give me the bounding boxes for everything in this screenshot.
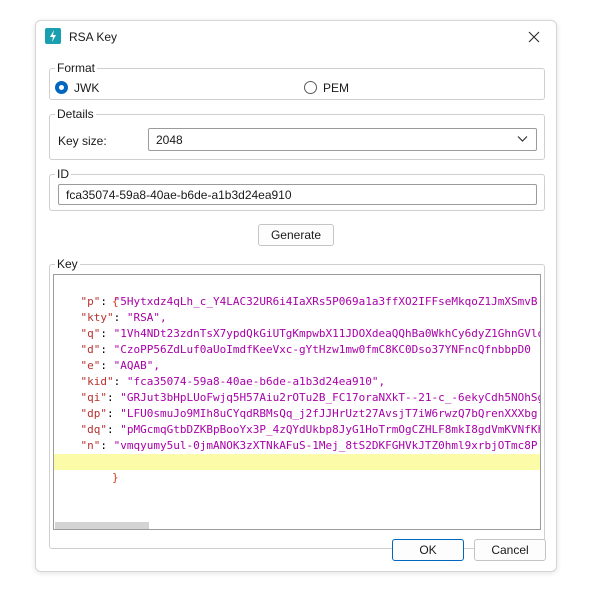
code-key: "e" [80, 359, 101, 372]
code-value: "RSA", [126, 311, 167, 324]
generate-button[interactable]: Generate [258, 224, 334, 246]
code-line-open: { [54, 278, 540, 308]
details-group-label: Details [55, 107, 96, 121]
colon-dp: : [107, 407, 121, 420]
colon-dq: : [107, 423, 121, 436]
radio-selected-icon [55, 81, 68, 94]
colon-qi: : [107, 391, 121, 404]
code-value: "pMGcmqGtbDZKBpBooYx3P_4zQYdUkbp8JyG1HoT… [120, 423, 541, 436]
code-value: "LFU0smuJo9MIh8uCYqdRBMsQq_j2fJJHrUzt27A… [120, 407, 538, 420]
code-value: "AQAB", [113, 359, 160, 372]
code-key: "d" [80, 343, 101, 356]
code-line-close: } [54, 454, 540, 484]
colon-p: : [100, 295, 114, 308]
code-key: "q" [80, 327, 101, 340]
key-size-label: Key size: [58, 134, 107, 148]
key-size-select[interactable]: 2048 [148, 128, 537, 151]
code-value: "vmqyumy5ul-0jmANOK3zXTNkAFuS-1Mej_8tS2D… [113, 439, 538, 452]
colon-e: : [100, 359, 114, 372]
code-key: "kid" [80, 375, 114, 388]
code-line-q: "q": "1Vh4NDt23zdnTsX7ypdQkGiUTgKmpwbX11… [54, 326, 541, 342]
code-line-dp: "dp": "LFU0smuJo9MIh8uCYqdRBMsQq_j2fJJHr… [54, 406, 540, 422]
format-group-label: Format [55, 61, 98, 75]
colon-kty: : [113, 311, 127, 324]
code-line-qi: "qi": "GRJut3bHpLUoFwjq5H57Aiu2rOTu2B_FC… [54, 390, 541, 406]
code-key: "dq" [80, 423, 108, 436]
horizontal-scrollbar[interactable] [54, 521, 540, 529]
code-line-e: "e": "AQAB", [54, 358, 540, 374]
chevron-down-icon [517, 136, 528, 142]
code-value: "CzoPP56ZdLuf0aUoImdfKeeVxc-gYtHzw1mw0fm… [113, 343, 531, 356]
code-line-kty: "kty": "RSA", [54, 310, 540, 326]
key-size-value: 2048 [156, 133, 183, 147]
code-key: "p" [80, 295, 101, 308]
id-group: ID fca35074-59a8-40ae-b6de-a1b3d24ea910 [49, 167, 545, 211]
format-radio-pem-label: PEM [323, 81, 350, 95]
code-value: "fca35074-59a8-40ae-b6de-a1b3d24ea910", [126, 375, 386, 388]
code-value: "GRJut3bHpLUoFwjq5H57Aiu2rOTu2B_FC17oraN… [120, 391, 541, 404]
colon-d: : [100, 343, 114, 356]
id-value: fca35074-59a8-40ae-b6de-a1b3d24ea910 [66, 188, 292, 202]
window-title: RSA Key [69, 30, 118, 44]
colon-n: : [100, 439, 114, 452]
ok-button[interactable]: OK [392, 539, 464, 561]
rsa-key-dialog: RSA Key Format JWK PEM Details Key size:… [35, 20, 557, 572]
key-group: Key { "p": "5Hytxdz4qLh_c_Y4LAC32UR6i4Ia… [49, 257, 545, 549]
key-editor[interactable]: { "p": "5Hytxdz4qLh_c_Y4LAC32UR6i4IaXRs5… [53, 274, 541, 530]
code-line-kid: "kid": "fca35074-59a8-40ae-b6de-a1b3d24e… [54, 374, 540, 390]
id-field[interactable]: fca35074-59a8-40ae-b6de-a1b3d24ea910 [58, 184, 537, 205]
bolt-icon [45, 28, 61, 44]
format-radio-jwk-label: JWK [74, 81, 100, 95]
format-group: Format JWK PEM [49, 61, 545, 100]
code-key: "kty" [80, 311, 114, 324]
cancel-button[interactable]: Cancel [474, 539, 546, 561]
colon-q: : [100, 327, 114, 340]
code-key: "dp" [80, 407, 108, 420]
id-group-label: ID [55, 167, 71, 181]
code-line-p: "p": "5Hytxdz4qLh_c_Y4LAC32UR6i4IaXRs5P0… [54, 294, 540, 310]
code-key: "qi" [80, 391, 108, 404]
radio-unselected-icon [304, 81, 317, 94]
code-value: "5Hytxdz4qLh_c_Y4LAC32UR6i4IaXRs5P069a1a… [113, 295, 538, 308]
key-group-label: Key [55, 257, 80, 271]
code-line-dq: "dq": "pMGcmqGtbDZKBpBooYx3P_4zQYdUkbp8J… [54, 422, 541, 438]
close-brace: } [111, 471, 119, 484]
close-button[interactable] [520, 25, 548, 49]
code-key: "n" [80, 439, 101, 452]
colon-kid: : [113, 375, 127, 388]
scrollbar-thumb[interactable] [55, 522, 149, 529]
code-value: "1Vh4NDt23zdnTsX7ypdQkGiUTgKmpwbX11JDOXd… [113, 327, 541, 340]
code-line-n: "n": "vmqyumy5ul-0jmANOK3zXTNkAFuS-1Mej_… [54, 438, 540, 454]
title-bar: RSA Key [36, 21, 556, 53]
details-group: Details Key size: 2048 [49, 107, 545, 160]
close-icon [528, 31, 540, 43]
code-line-d: "d": "CzoPP56ZdLuf0aUoImdfKeeVxc-gYtHzw1… [54, 342, 540, 358]
